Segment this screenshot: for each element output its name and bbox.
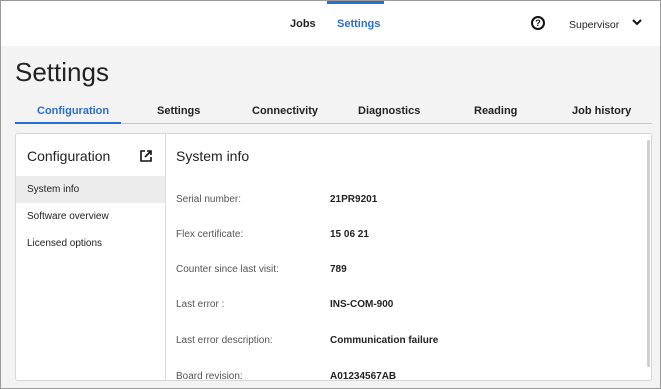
- serial-number-label: Serial number:: [176, 194, 242, 205]
- system-info-panel: System info Serial number: 21PR9201 Flex…: [166, 134, 651, 381]
- last-error-label: Last error :: [176, 299, 225, 310]
- sidebar-item-software-overview[interactable]: Software overview: [16, 203, 165, 230]
- last-error-description-value: Communication failure: [330, 335, 439, 346]
- sidebar-item-system-info[interactable]: System info: [16, 176, 165, 203]
- counter-label: Counter since last visit:: [176, 264, 279, 275]
- help-icon[interactable]: ?: [531, 16, 545, 30]
- flex-certificate-value: 15 06 21: [330, 229, 369, 240]
- chevron-down-icon[interactable]: [630, 15, 644, 29]
- content-scrollbar[interactable]: [647, 140, 650, 367]
- tab-job-history[interactable]: Job history: [572, 105, 631, 117]
- board-revision-label: Board revision:: [176, 371, 243, 381]
- open-external-icon[interactable]: [139, 149, 153, 163]
- sidebar-title: Configuration: [27, 148, 111, 164]
- page-title: Settings: [15, 57, 109, 87]
- app-window: Jobs Settings ? Supervisor Settings Conf…: [0, 0, 661, 389]
- last-error-description-label: Last error description:: [176, 335, 273, 346]
- nav-jobs[interactable]: Jobs: [290, 18, 316, 30]
- tab-diagnostics[interactable]: Diagnostics: [358, 105, 420, 117]
- nav-active-indicator: [327, 1, 384, 4]
- tab-configuration[interactable]: Configuration: [37, 105, 109, 117]
- configuration-sidebar: Configuration System info Software overv…: [16, 134, 166, 380]
- last-error-value: INS-COM-900: [330, 299, 394, 310]
- tab-active-indicator: [15, 122, 121, 124]
- sidebar-item-licensed-options[interactable]: Licensed options: [16, 230, 165, 257]
- nav-settings[interactable]: Settings: [337, 18, 380, 30]
- flex-certificate-label: Flex certificate:: [176, 229, 244, 240]
- serial-number-value: 21PR9201: [330, 194, 378, 205]
- top-navigation-bar: Jobs Settings ? Supervisor: [1, 1, 660, 46]
- tab-connectivity[interactable]: Connectivity: [252, 105, 318, 117]
- panel-title: System info: [176, 148, 250, 164]
- settings-tabs: Configuration Settings Connectivity Diag…: [15, 102, 652, 124]
- configuration-card: Configuration System info Software overv…: [15, 133, 652, 381]
- board-revision-value: A01234567AB: [330, 371, 397, 381]
- user-menu-label[interactable]: Supervisor: [569, 19, 619, 31]
- tab-settings[interactable]: Settings: [157, 105, 200, 117]
- tab-reading[interactable]: Reading: [474, 105, 517, 117]
- counter-value: 789: [330, 264, 347, 275]
